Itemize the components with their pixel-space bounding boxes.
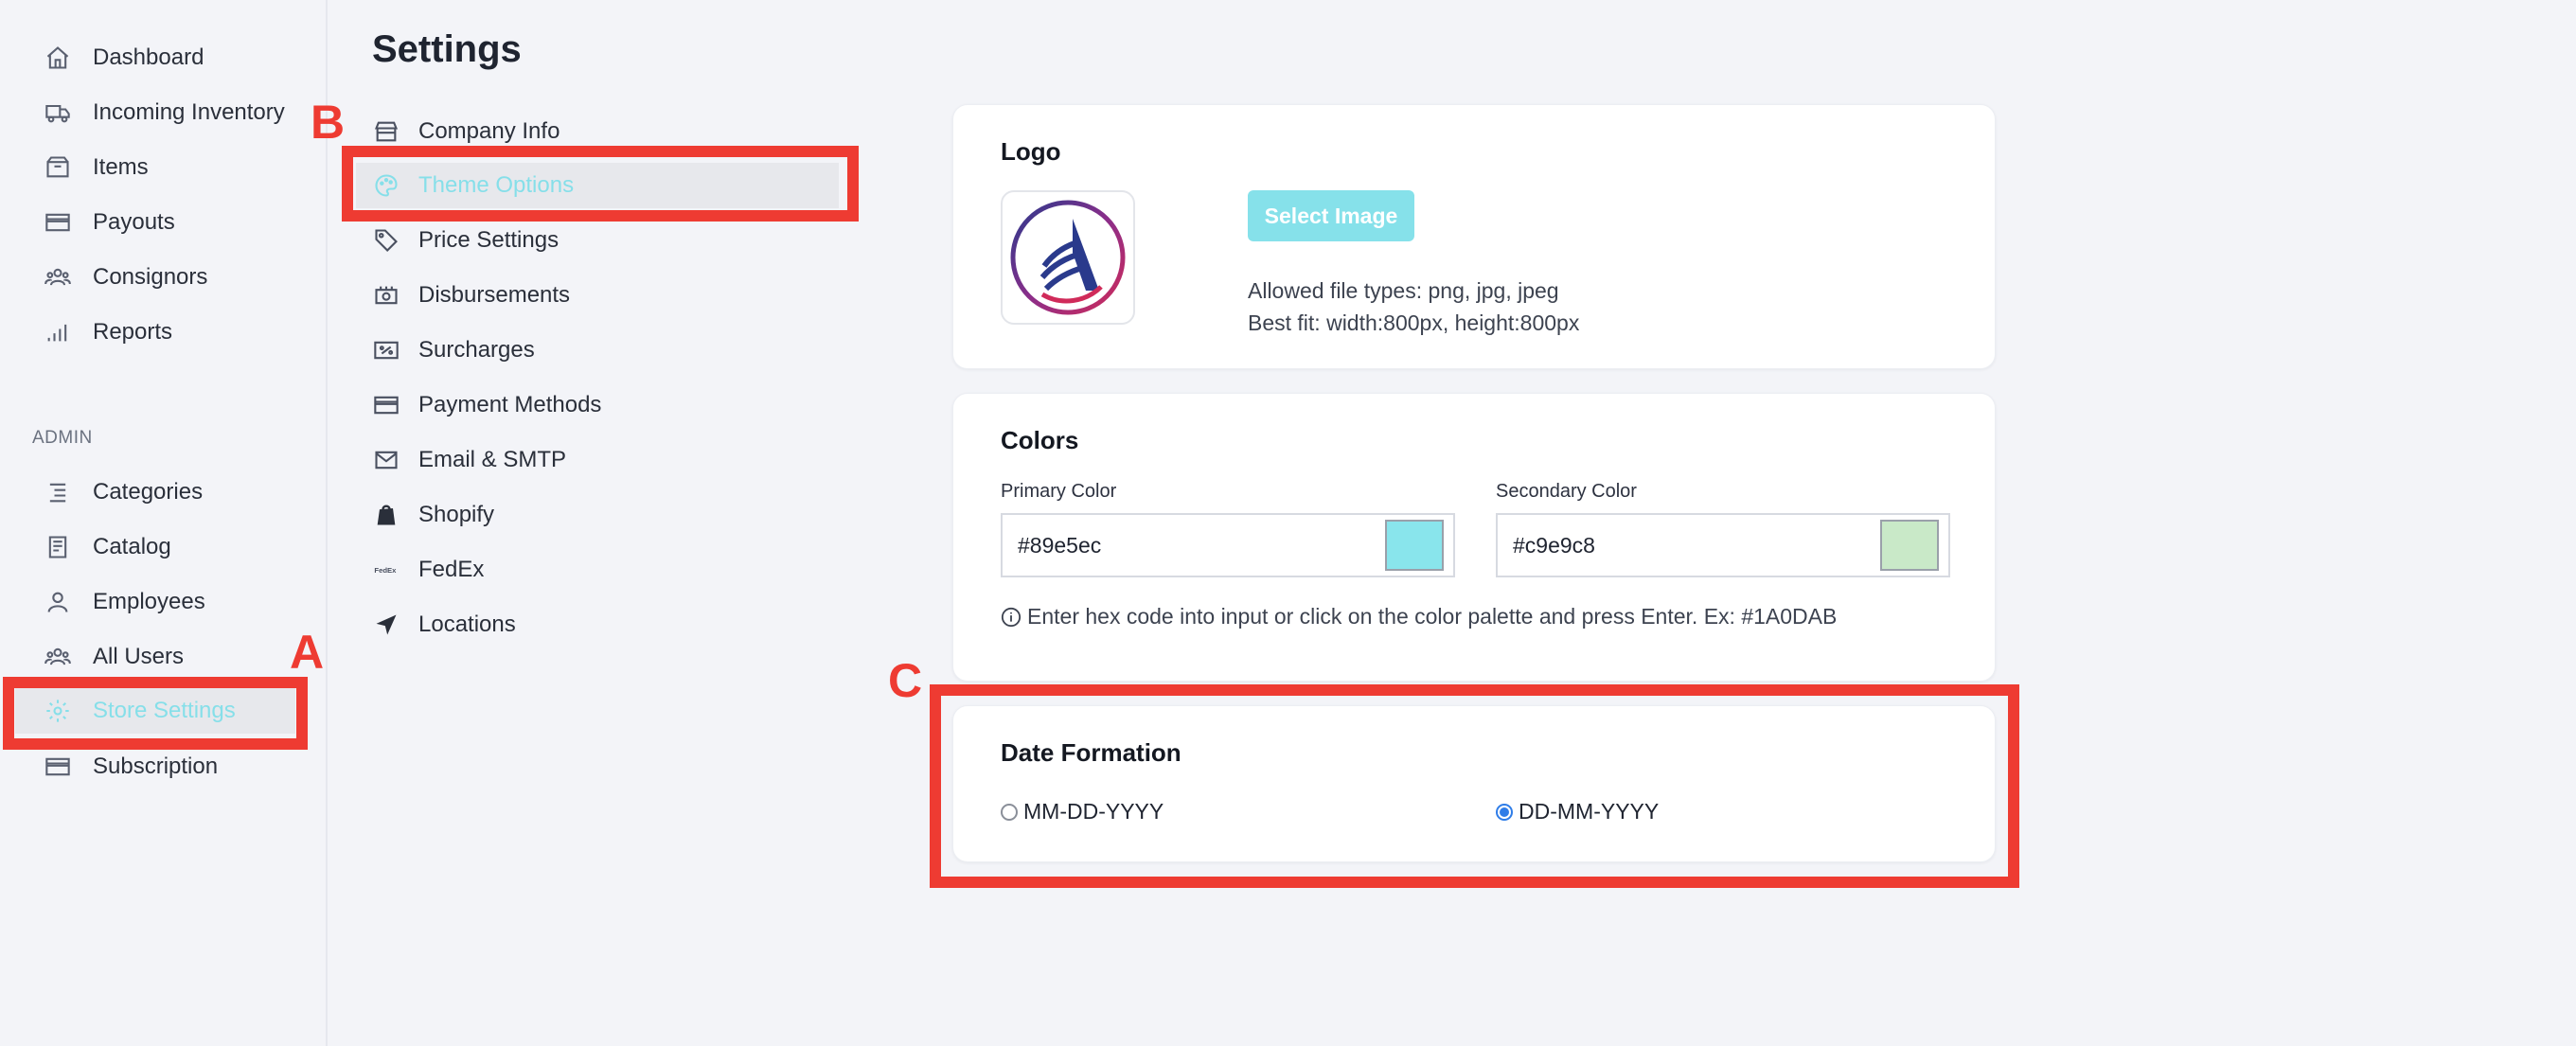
sidebar-item-label: Incoming Inventory xyxy=(93,99,285,125)
catalog-icon xyxy=(42,531,74,563)
date-format-card: Date Formation MM-DD-YYYY DD-MM-YYYY xyxy=(952,705,1996,862)
gear-icon xyxy=(42,695,74,727)
cash-icon xyxy=(371,280,401,310)
secondary-color-swatch[interactable] xyxy=(1880,520,1939,571)
store-icon xyxy=(371,116,401,147)
logo-card: Logo Select Image Allowed file types: pn… xyxy=(952,104,1996,369)
primary-color-label: Primary Color xyxy=(1001,481,1117,502)
settings-item-label: Payment Methods xyxy=(418,392,602,417)
card-icon xyxy=(42,751,74,783)
page-title: Settings xyxy=(372,28,522,70)
date-format-option-dd-mm-yyyy[interactable]: DD-MM-YYYY xyxy=(1496,799,1659,824)
sidebar-item-label: Catalog xyxy=(93,534,171,559)
palette-icon xyxy=(371,170,401,201)
card-icon xyxy=(371,390,401,420)
percent-icon xyxy=(371,335,401,365)
sidebar-item-label: Payouts xyxy=(93,209,175,235)
secondary-color-label: Secondary Color xyxy=(1496,481,1637,502)
tag-icon xyxy=(371,225,401,256)
sidebar-item-label: Employees xyxy=(93,589,205,614)
date-format-card-title: Date Formation xyxy=(1001,738,1181,767)
sidebar-item-incoming-inventory[interactable]: Incoming Inventory xyxy=(42,94,285,132)
radio-button[interactable] xyxy=(1001,803,1018,821)
settings-item-company-info[interactable]: Company Info xyxy=(371,113,560,151)
box-icon xyxy=(42,151,74,184)
sidebar-item-consignors[interactable]: Consignors xyxy=(42,258,207,296)
annotation-label-c: C xyxy=(888,654,923,707)
mail-icon xyxy=(371,445,401,475)
sidebar-item-label: Subscription xyxy=(93,753,219,779)
settings-item-fedex[interactable]: FedEx FedEx xyxy=(371,551,484,589)
color-help-text: Enter hex code into input or click on th… xyxy=(1001,604,1837,629)
settings-item-shopify[interactable]: Shopify xyxy=(371,496,494,534)
settings-item-label: Shopify xyxy=(418,502,495,527)
radio-button-selected[interactable] xyxy=(1496,803,1513,821)
sidebar-item-label: Dashboard xyxy=(93,44,204,70)
sidebar-item-subscription[interactable]: Subscription xyxy=(42,748,218,786)
sidebar-item-items[interactable]: Items xyxy=(42,149,149,186)
settings-item-price-settings[interactable]: Price Settings xyxy=(371,222,559,259)
primary-color-field xyxy=(1001,513,1455,577)
sidebar-item-label: Categories xyxy=(93,479,204,505)
settings-item-disbursements[interactable]: Disbursements xyxy=(371,276,570,314)
settings-item-theme-options[interactable]: Theme Options xyxy=(356,163,839,208)
sidebar-item-catalog[interactable]: Catalog xyxy=(42,528,171,566)
sidebar-item-categories[interactable]: Categories xyxy=(42,473,203,511)
users-icon xyxy=(42,641,74,673)
logo-preview[interactable] xyxy=(1001,190,1135,325)
bars-icon xyxy=(42,316,74,348)
primary-color-input[interactable] xyxy=(1003,515,1385,576)
annotation-label-b: B xyxy=(311,96,346,149)
colors-card: Colors Primary Color Secondary Color Ent… xyxy=(952,393,1996,682)
fedex-icon: FedEx xyxy=(371,555,401,585)
list-icon xyxy=(42,476,74,508)
truck-icon xyxy=(42,97,74,129)
sidebar-item-label: Consignors xyxy=(93,264,208,290)
sidebar-item-label: Store Settings xyxy=(93,698,236,723)
settings-item-label: Email & SMTP xyxy=(418,447,567,472)
home-icon xyxy=(42,42,74,74)
settings-item-email-smtp[interactable]: Email & SMTP xyxy=(371,441,566,479)
sidebar-section-admin: ADMIN xyxy=(32,428,93,448)
settings-item-payment-methods[interactable]: Payment Methods xyxy=(371,386,601,424)
svg-text:FedEx: FedEx xyxy=(374,566,397,575)
sidebar-item-label: Reports xyxy=(93,319,173,345)
sidebar-item-store-settings[interactable]: Store Settings xyxy=(15,688,295,734)
sidebar-item-label: All Users xyxy=(93,644,185,669)
secondary-color-field xyxy=(1496,513,1950,577)
settings-item-locations[interactable]: Locations xyxy=(371,606,516,644)
settings-item-label: Surcharges xyxy=(418,337,535,363)
secondary-color-input[interactable] xyxy=(1498,515,1880,576)
sidebar-item-payouts[interactable]: Payouts xyxy=(42,204,175,241)
best-fit-text: Best fit: width:800px, height:800px xyxy=(1248,310,1580,335)
sidebar-item-employees[interactable]: Employees xyxy=(42,583,205,621)
annotation-label-a: A xyxy=(290,626,325,679)
company-logo xyxy=(1010,200,1126,315)
settings-item-label: FedEx xyxy=(418,557,485,582)
settings-item-label: Locations xyxy=(418,612,516,637)
users-icon xyxy=(42,261,74,293)
user-icon xyxy=(42,586,74,618)
settings-item-label: Price Settings xyxy=(418,227,560,253)
settings-item-label: Company Info xyxy=(418,118,560,144)
sidebar-item-all-users[interactable]: All Users xyxy=(42,638,184,676)
settings-item-label: Disbursements xyxy=(418,282,571,308)
info-icon xyxy=(1001,607,1022,627)
card-icon xyxy=(42,206,74,239)
location-arrow-icon xyxy=(371,610,401,640)
settings-item-surcharges[interactable]: Surcharges xyxy=(371,331,535,369)
sidebar-item-label: Items xyxy=(93,154,149,180)
logo-card-title: Logo xyxy=(1001,137,1061,166)
shopify-icon xyxy=(371,500,401,530)
settings-item-label: Theme Options xyxy=(418,172,575,198)
primary-color-swatch[interactable] xyxy=(1385,520,1444,571)
allowed-file-types-text: Allowed file types: png, jpg, jpeg xyxy=(1248,278,1559,303)
select-image-button[interactable]: Select Image xyxy=(1248,190,1414,241)
sidebar-item-reports[interactable]: Reports xyxy=(42,313,172,351)
date-format-option-mm-dd-yyyy[interactable]: MM-DD-YYYY xyxy=(1001,799,1164,824)
colors-card-title: Colors xyxy=(1001,426,1079,454)
sidebar-item-dashboard[interactable]: Dashboard xyxy=(42,39,204,77)
main-sidebar: Dashboard Incoming Inventory Items Payou… xyxy=(0,0,328,1046)
